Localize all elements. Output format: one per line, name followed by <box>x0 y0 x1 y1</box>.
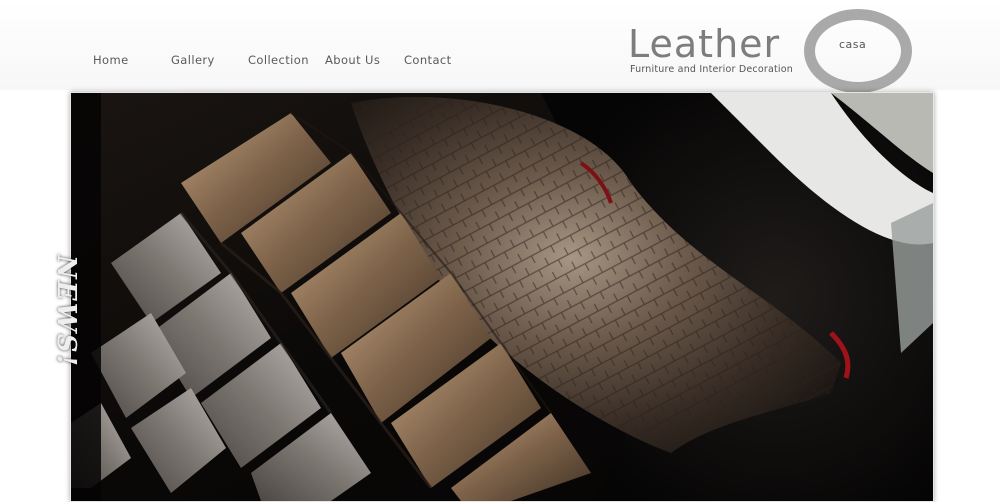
logo-tagline: Furniture and Interior Decoration <box>630 64 793 75</box>
news-badge[interactable]: NEWS! <box>51 255 81 368</box>
logo-wordmark: Leather <box>628 22 781 66</box>
hero-image <box>70 92 934 502</box>
logo[interactable]: Leather casa Furniture and Interior Deco… <box>626 6 916 93</box>
leather-cushions-photo <box>71 93 933 501</box>
nav-collection[interactable]: Collection <box>248 53 309 67</box>
nav-gallery[interactable]: Gallery <box>171 53 215 67</box>
nav-about-us[interactable]: About Us <box>325 53 380 67</box>
logo-subword: casa <box>839 38 867 51</box>
nav-contact[interactable]: Contact <box>404 53 452 67</box>
nav-home[interactable]: Home <box>93 53 129 67</box>
logo-ring <box>804 9 912 93</box>
